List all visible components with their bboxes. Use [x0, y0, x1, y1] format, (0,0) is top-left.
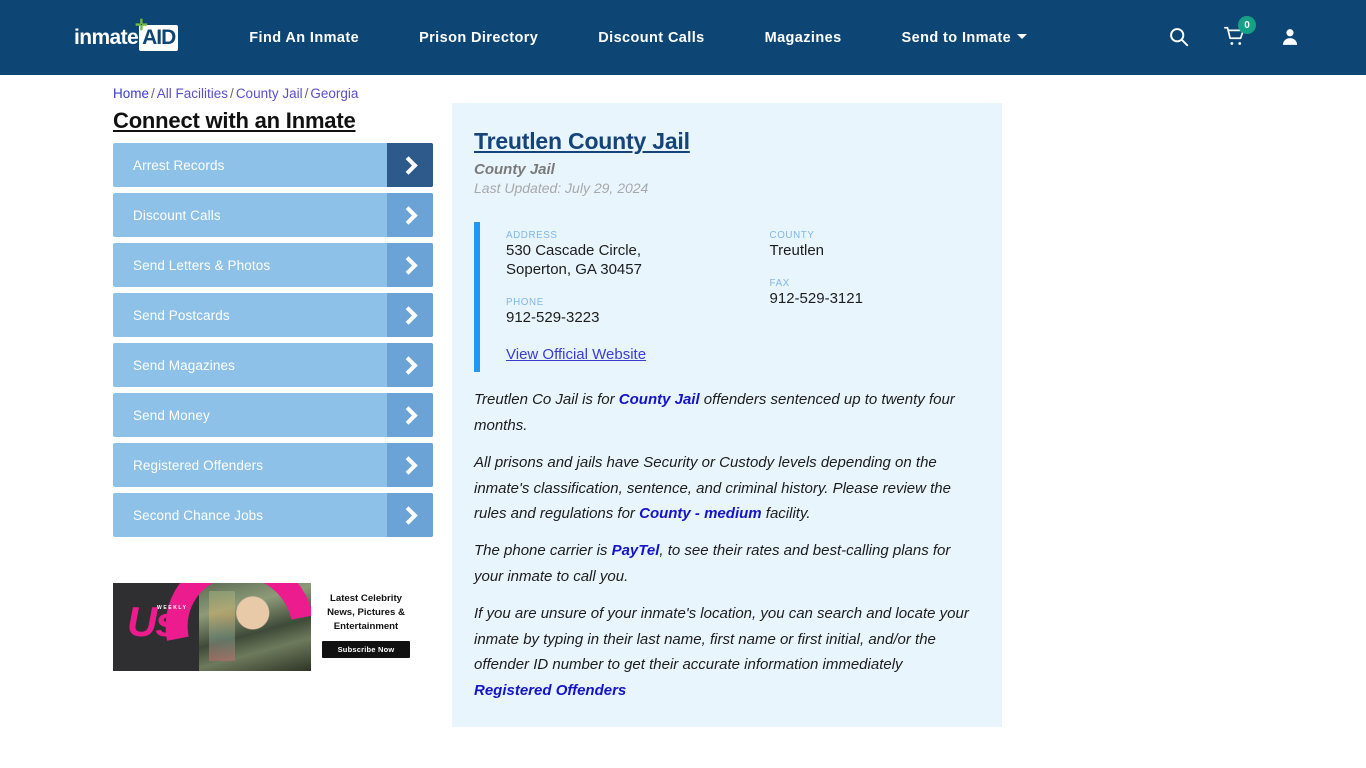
address-value: 530 Cascade Circle, Soperton, GA 30457 [506, 242, 770, 280]
description-paragraph-4: If you are unsure of your inmate's locat… [474, 601, 980, 704]
view-official-website-link[interactable]: View Official Website [506, 346, 646, 363]
nav-item-find-an-inmate[interactable]: Find An Inmate [249, 30, 359, 46]
description-paragraph-2: All prisons and jails have Security or C… [474, 450, 980, 527]
facility-panel: Treutlen County Jail County Jail Last Up… [452, 103, 1002, 727]
sidebar-item-label: Arrest Records [133, 157, 225, 173]
breadcrumb-item-home[interactable]: Home [113, 86, 149, 101]
sidebar-advertisement[interactable]: Us WEEKLY Latest Celebrity News, Picture… [113, 583, 421, 671]
nav-item-magazines[interactable]: Magazines [765, 30, 842, 46]
sidebar-item-label: Registered Offenders [133, 457, 264, 473]
p1-text-a: Treutlen Co Jail is for [474, 391, 619, 409]
sidebar-item-send-money[interactable]: Send Money [113, 393, 433, 437]
ad-headline: Latest Celebrity News, Pictures & Entert… [327, 593, 405, 632]
fax-value: 912-529-3121 [769, 289, 863, 307]
sidebar-item-label: Send Letters & Photos [133, 257, 271, 273]
facility-type: County Jail [474, 161, 555, 178]
sidebar-item-registered-offenders[interactable]: Registered Offenders [113, 443, 433, 487]
address-line-1: 530 Cascade Circle, [506, 242, 642, 259]
nav-item-discount-calls[interactable]: Discount Calls [598, 30, 704, 46]
ad-subscribe-button[interactable]: Subscribe Now [322, 640, 410, 658]
chevron-right-icon [387, 293, 433, 337]
p3-text-a: The phone carrier is [474, 542, 612, 560]
sidebar-item-send-postcards[interactable]: Send Postcards [113, 293, 433, 337]
chevron-right-icon [387, 143, 433, 187]
sidebar-item-label: Send Magazines [133, 357, 235, 373]
chevron-right-icon [387, 493, 433, 537]
ad-brand-sublabel: WEEKLY [157, 605, 188, 611]
sidebar-item-discount-calls[interactable]: Discount Calls [113, 193, 433, 237]
county-value: Treutlen [769, 242, 825, 259]
nav-item-send-to-inmate-label: Send to Inmate [901, 29, 1012, 46]
sidebar-item-label: Discount Calls [133, 207, 221, 223]
fax-label: FAX [769, 277, 790, 289]
p2-text-b: facility. [761, 505, 811, 523]
county-jail-link[interactable]: County Jail [619, 391, 700, 408]
ad-artwork: Us WEEKLY [113, 583, 311, 671]
breadcrumb: Home / All Facilities / County Jail / Georgia [113, 86, 358, 101]
logo-text: inmate [74, 26, 139, 49]
facility-info-column-left: ADDRESS 530 Cascade Circle, Soperton, GA… [506, 230, 770, 344]
breadcrumb-item-georgia[interactable]: Georgia [310, 86, 358, 101]
site-logo[interactable]: inmate ✛ AID [74, 18, 179, 53]
facility-info-column-right: COUNTY Treutlen FAX 912-529-3121 [770, 230, 986, 344]
chevron-right-icon [387, 193, 433, 237]
registered-offenders-link[interactable]: Registered Offenders [474, 682, 626, 699]
nav-item-prison-directory[interactable]: Prison Directory [419, 30, 538, 46]
green-plus-icon: ✛ [135, 16, 148, 34]
cart-count-badge: 0 [1238, 16, 1256, 34]
county-medium-link[interactable]: County - medium [639, 505, 762, 522]
logo-aid-text: AID [142, 25, 176, 49]
sidebar-item-label: Send Money [133, 407, 210, 423]
facility-info-box: ADDRESS 530 Cascade Circle, Soperton, GA… [474, 222, 986, 373]
sidebar-item-label: Second Chance Jobs [133, 507, 264, 523]
user-account-icon[interactable] [1280, 26, 1300, 52]
county-label: COUNTY [769, 230, 815, 241]
cart-icon[interactable]: 0 [1223, 16, 1256, 52]
phone-label: PHONE [506, 296, 544, 308]
sidebar-nav: Arrest Records Discount Calls Send Lette… [113, 143, 433, 543]
site-header: inmate ✛ AID Find An Inmate Prison Direc… [0, 0, 1366, 75]
sidebar-item-send-magazines[interactable]: Send Magazines [113, 343, 433, 387]
main-navigation: Find An Inmate Prison Directory Discount… [249, 30, 1028, 46]
breadcrumb-separator: / [304, 86, 309, 101]
nav-item-send-to-inmate[interactable]: Send to Inmate [902, 30, 1028, 46]
search-icon[interactable] [1168, 26, 1189, 52]
chevron-right-icon [387, 343, 433, 387]
sidebar-item-arrest-records[interactable]: Arrest Records [113, 143, 433, 187]
sidebar-item-send-letters-photos[interactable]: Send Letters & Photos [113, 243, 433, 287]
phone-value: 912-529-3223 [506, 308, 600, 326]
breadcrumb-separator: / [230, 86, 234, 101]
sidebar-title: Connect with an Inmate [113, 108, 356, 133]
last-updated-text: Last Updated: July 29, 2024 [474, 180, 649, 196]
address-line-2: Soperton, GA 30457 [506, 260, 642, 278]
chevron-right-icon [387, 443, 433, 487]
paytel-link[interactable]: PayTel [612, 542, 660, 559]
breadcrumb-separator: / [151, 86, 155, 101]
breadcrumb-item-all-facilities[interactable]: All Facilities [157, 86, 228, 101]
p4-text-a: If you are unsure of your inmate's locat… [474, 604, 969, 674]
logo-aid-badge: ✛ AID [135, 18, 179, 51]
chevron-right-icon [387, 243, 433, 287]
facility-description: Treutlen Co Jail is for County Jail offe… [474, 387, 980, 704]
chevron-right-icon [387, 393, 433, 437]
breadcrumb-item-county-jail[interactable]: County Jail [236, 86, 303, 101]
page-title: Treutlen County Jail [474, 128, 690, 154]
description-paragraph-3: The phone carrier is PayTel, to see thei… [474, 538, 980, 590]
address-label: ADDRESS [506, 230, 558, 241]
sidebar-item-second-chance-jobs[interactable]: Second Chance Jobs [113, 493, 433, 537]
chevron-down-icon [1017, 34, 1028, 40]
sidebar-item-label: Send Postcards [133, 307, 230, 323]
header-icon-group: 0 [1168, 16, 1300, 52]
description-paragraph-1: Treutlen Co Jail is for County Jail offe… [474, 387, 980, 439]
ad-copy-panel: Latest Celebrity News, Pictures & Entert… [311, 583, 421, 671]
